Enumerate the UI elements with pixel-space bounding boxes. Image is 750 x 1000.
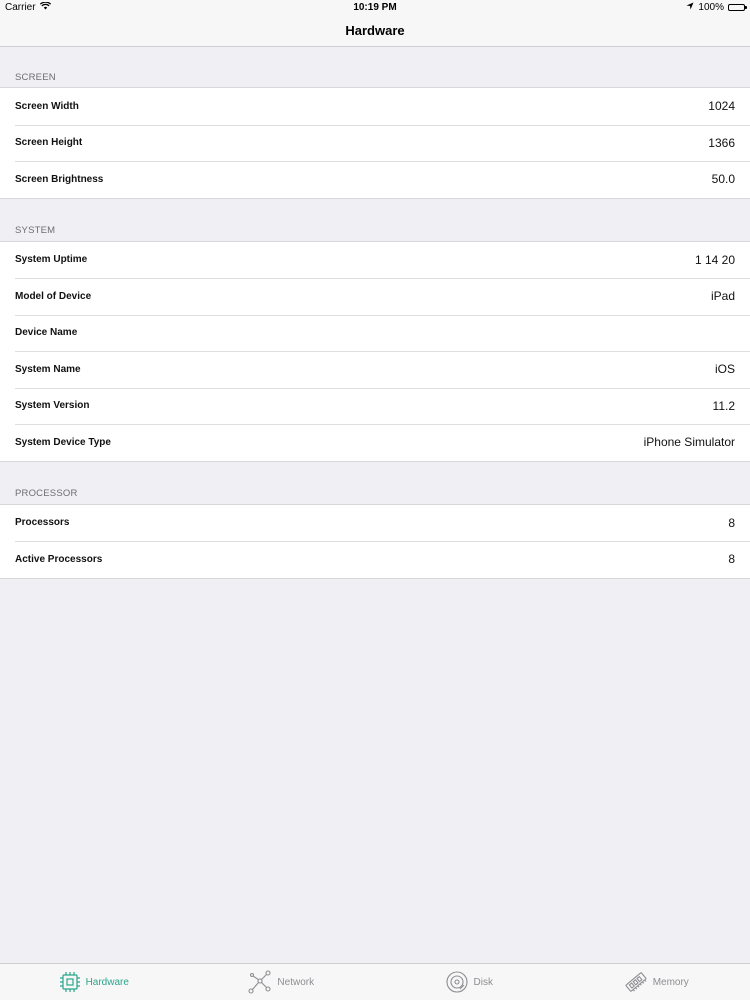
disk-icon [445,970,469,994]
row-value: iPad [710,289,735,304]
row-label: Processors [15,517,70,529]
row-label: System Device Type [15,436,111,448]
row-label: Active Processors [15,553,103,565]
status-bar: Carrier 10:19 PM 100% [0,0,750,16]
row-label: Screen Width [15,100,79,112]
hardware-table: SCREEN Screen Width 1024 Screen Height 1… [0,47,750,579]
table-row-model-of-device[interactable]: Model of Device iPad [0,278,750,315]
battery-icon [728,4,747,11]
table-row-screen-height[interactable]: Screen Height 1366 [0,124,750,162]
table-row-system-device-type[interactable]: System Device Type iPhone Simulator [0,424,750,461]
clock: 10:19 PM [353,2,397,13]
table-row-processors[interactable]: Processors 8 [0,505,750,542]
tab-label: Disk [473,976,493,988]
table-row-active-processors[interactable]: Active Processors 8 [0,541,750,578]
row-value: 1024 [708,99,735,114]
row-label: System Uptime [15,254,88,266]
row-label: Device Name [15,327,78,339]
tab-network[interactable]: Network [188,964,376,1000]
table-row-system-uptime[interactable]: System Uptime 1 14 20 [0,242,750,279]
tab-label: Hardware [85,976,129,988]
tab-hardware[interactable]: Hardware [0,964,188,1000]
network-icon [248,970,272,994]
table-row-system-version[interactable]: System Version 11.2 [0,387,750,425]
table-row-device-name[interactable]: Device Name [0,314,750,352]
memory-icon [624,970,648,994]
table-row-system-name[interactable]: System Name iOS [0,351,750,388]
section-system: System Uptime 1 14 20 Model of Device iP… [0,240,750,462]
row-label: Screen Brightness [15,173,104,185]
row-value: 8 [728,552,735,567]
row-label: Screen Height [15,137,83,149]
tab-label: Memory [652,976,689,988]
row-value: 1366 [708,135,735,150]
battery-percent: 100% [698,2,724,13]
row-label: System Name [15,363,81,375]
page-title: Hardware [345,23,405,38]
section-header-screen: SCREEN [15,72,56,83]
row-value: 8 [728,515,735,530]
section-screen: Screen Width 1024 Screen Height 1366 Scr… [0,87,750,199]
row-value: iOS [714,362,735,377]
section-header-processor: PROCESSOR [15,487,78,499]
table-row-screen-brightness[interactable]: Screen Brightness 50.0 [0,161,750,198]
row-value: 11.2 [712,398,735,413]
tab-memory[interactable]: Memory [563,964,750,1000]
row-label: Model of Device [15,290,92,302]
location-arrow-icon [686,2,694,13]
section-processor: Processors 8 Active Processors 8 [0,503,750,579]
tab-bar: Hardware Network Disk Memory [0,963,750,1000]
row-value: iPhone Simulator [643,435,735,450]
row-value: 1 14 20 [694,252,735,267]
tab-label: Network [277,976,315,988]
tab-disk[interactable]: Disk [375,964,563,1000]
chip-icon [59,971,81,993]
table-row-screen-width[interactable]: Screen Width 1024 [0,88,750,125]
row-label: System Version [15,400,90,412]
row-value: 50.0 [711,172,735,187]
navigation-bar: Hardware [0,16,750,47]
section-header-system: SYSTEM [15,224,56,236]
